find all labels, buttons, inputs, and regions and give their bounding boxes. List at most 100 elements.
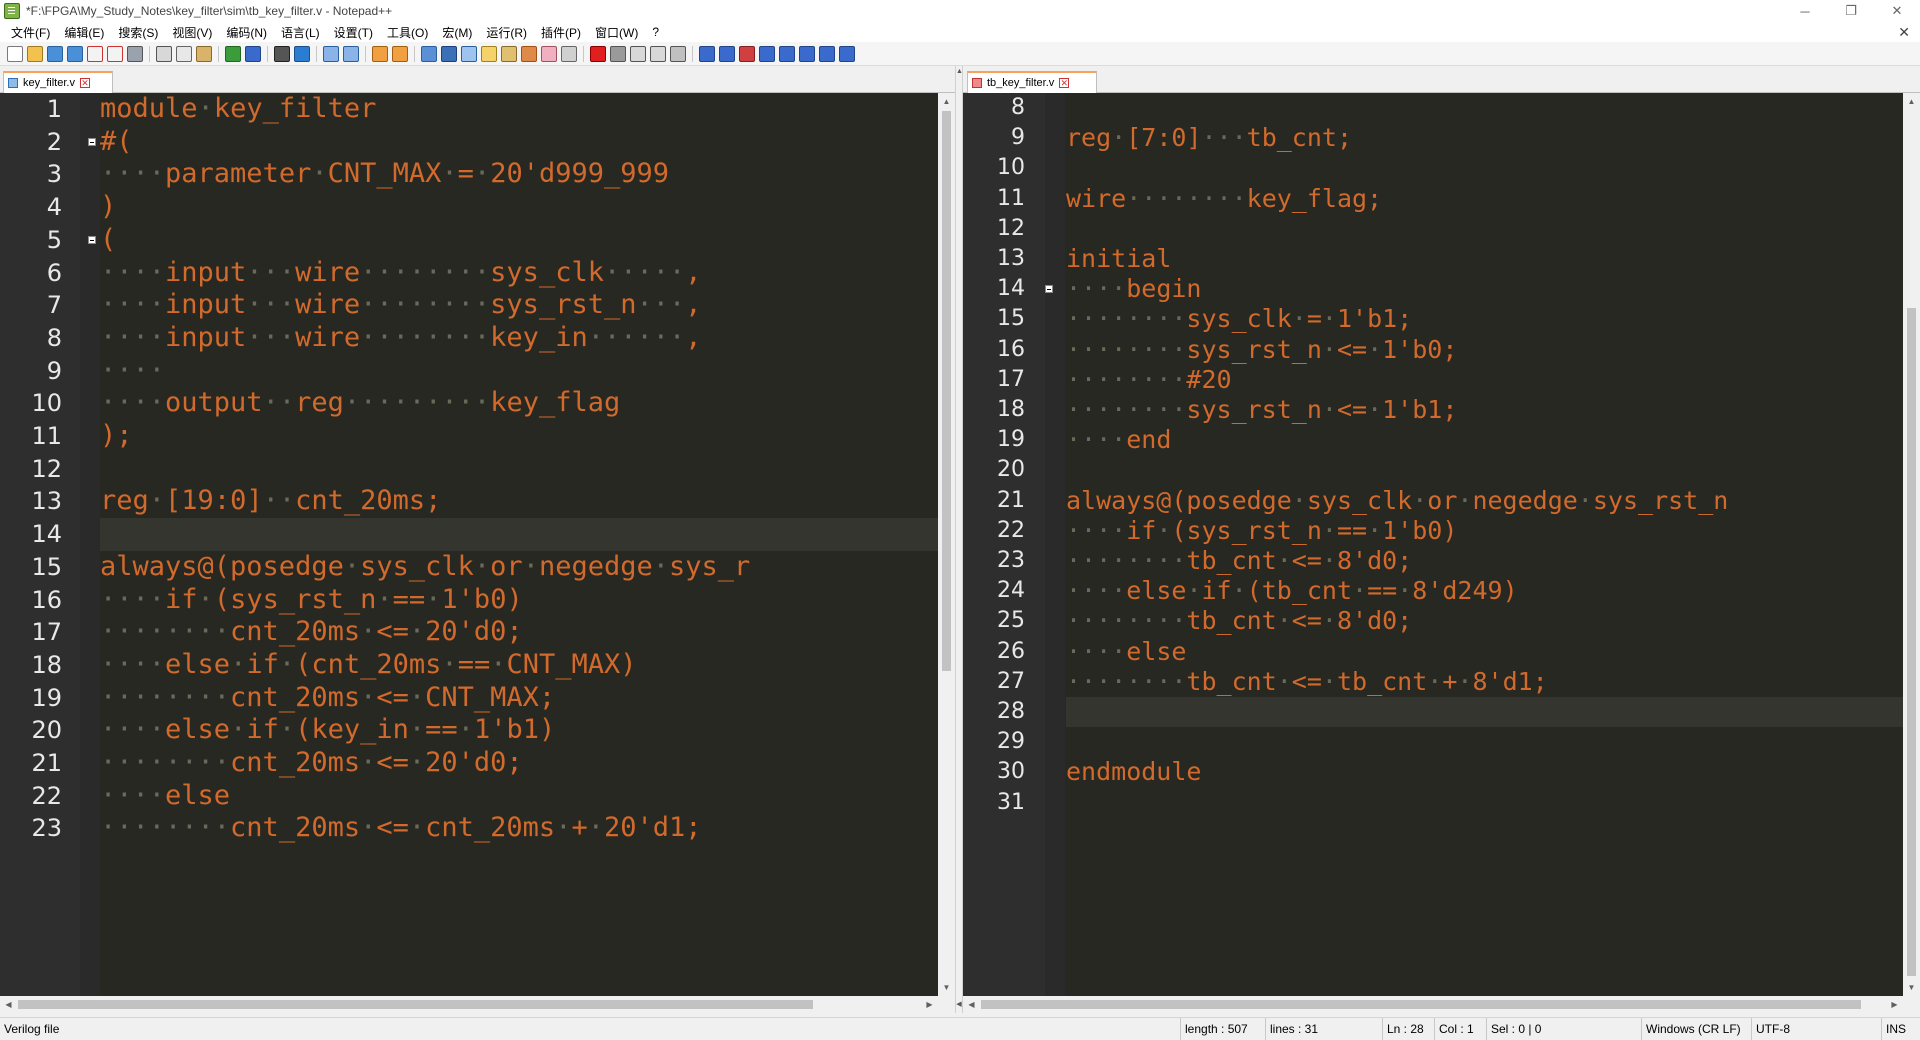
line-number[interactable]: 8 [0,322,62,355]
show-all-chars-icon[interactable] [441,45,457,62]
code-line[interactable]: ········tb_cnt·<=·8'd0; [1066,546,1412,576]
code-line[interactable]: always@(posedge·sys_clk·or·negedge·sys_r [100,551,750,584]
left-horizontal-scrollbar[interactable]: ◀ ▶ [0,996,955,1013]
line-number[interactable]: 26 [963,637,1025,667]
code-line[interactable]: endmodule [1066,757,1201,787]
right-vertical-scrollbar[interactable]: ▲ ▼ [1903,93,1920,996]
cut-icon[interactable] [156,45,172,62]
line-number[interactable]: 24 [963,576,1025,606]
line-number[interactable]: 3 [0,158,62,191]
line-number[interactable]: 18 [963,395,1025,425]
scroll-up-icon[interactable]: ▲ [938,93,955,110]
code-line[interactable]: ····else·if·(key_in·==·1'b1) [100,714,555,747]
code-line[interactable]: #( [100,126,133,159]
code-line[interactable]: ········sys_clk·=·1'b1; [1066,304,1412,334]
tab-close-icon[interactable]: ✕ [79,78,90,88]
eol-format[interactable]: Windows (CR LF) [1641,1018,1751,1040]
code-line[interactable]: reg·[19:0]··cnt_20ms; [100,485,441,518]
print-icon[interactable] [127,45,143,62]
line-number[interactable]: 13 [963,244,1025,274]
close-document-icon[interactable]: ✕ [1898,22,1910,42]
close-window-button[interactable]: ✕ [1874,0,1920,22]
code-line[interactable]: ········cnt_20ms·<=·cnt_20ms·+·20'd1; [100,812,702,845]
undo-icon[interactable] [225,45,241,62]
line-number[interactable]: 22 [0,780,62,813]
fold-toggle-icon[interactable] [88,236,96,245]
play-macro-icon[interactable] [630,45,646,62]
folder-workspace-icon[interactable] [541,45,557,62]
word-wrap-icon[interactable] [421,45,437,62]
line-number[interactable]: 19 [0,682,62,715]
scroll-down-icon[interactable]: ▼ [938,979,955,996]
encoding[interactable]: UTF-8 [1751,1018,1881,1040]
open-file-icon[interactable] [27,45,43,62]
run-macro-multiple-icon[interactable] [650,45,666,62]
line-number[interactable]: 22 [963,516,1025,546]
menu-item[interactable]: 窗口(W) [588,24,645,41]
code-line[interactable]: module·key_filter [100,93,376,126]
line-number[interactable]: 10 [963,153,1025,183]
line-number[interactable]: 31 [963,788,1025,818]
line-number[interactable]: 15 [0,551,62,584]
menu-item[interactable]: 编码(N) [219,24,274,41]
scroll-up-icon[interactable]: ▲ [1903,93,1920,110]
line-number[interactable]: 20 [963,455,1025,485]
line-number[interactable]: 6 [0,257,62,290]
line-number[interactable]: 23 [963,546,1025,576]
close-file-icon[interactable] [87,45,103,62]
code-line[interactable]: ( [100,224,116,257]
line-number[interactable]: 17 [0,616,62,649]
scroll-right-icon[interactable]: ▶ [1886,996,1903,1013]
line-number[interactable]: 19 [963,425,1025,455]
compare-clear-icon[interactable] [739,45,755,62]
line-number[interactable]: 4 [0,191,62,224]
line-number[interactable]: 1 [0,93,62,126]
menu-item[interactable]: 运行(R) [479,24,534,41]
sync-horizontal-icon[interactable] [392,45,408,62]
redo-icon[interactable] [245,45,261,62]
view-splitter[interactable]: ▲ ◀ [955,66,963,1013]
tab-close-icon[interactable]: ✕ [1059,78,1070,88]
code-line[interactable]: ); [100,420,133,453]
fold-toggle-icon[interactable] [1045,285,1053,294]
right-editor[interactable]: 8 9 reg·[7:0]···tb_cnt; 10 11 wire········key… [963,93,1903,996]
split-arrow-up-icon[interactable]: ▲ [956,68,963,75]
sync-vertical-icon[interactable] [372,45,388,62]
compare-icon[interactable] [699,45,715,62]
code-line[interactable]: wire········key_flag; [1066,184,1382,214]
code-line[interactable]: ········cnt_20ms·<=·20'd0; [100,747,523,780]
line-number[interactable]: 23 [0,812,62,845]
right-horizontal-scrollbar[interactable]: ◀ ▶ [963,996,1920,1013]
left-editor[interactable]: 1 module·key_filter 2 #(3 ····parameter·CNT_… [0,93,938,996]
line-number[interactable]: 7 [0,289,62,322]
line-number[interactable]: 29 [963,727,1025,757]
scroll-left-icon[interactable]: ◀ [0,996,17,1013]
code-line[interactable]: always@(posedge·sys_clk·or·negedge·sys_r… [1066,486,1728,516]
line-number[interactable]: 9 [0,355,62,388]
menu-item[interactable]: ? [645,25,666,39]
user-lang-icon[interactable] [481,45,497,62]
navigation-bar-icon[interactable] [839,45,855,62]
menu-item[interactable]: 设置(T) [327,24,380,41]
line-number[interactable]: 27 [963,667,1025,697]
code-line[interactable]: ····input···wire········key_in······, [100,322,702,355]
line-number[interactable]: 28 [963,697,1025,727]
close-all-icon[interactable] [107,45,123,62]
menu-item[interactable]: 语言(L) [274,24,327,41]
fold-toggle-icon[interactable] [88,138,96,147]
line-number[interactable]: 12 [0,453,62,486]
code-line[interactable]: ····else·if·(cnt_20ms·==·CNT_MAX) [100,649,637,682]
line-number[interactable]: 11 [963,184,1025,214]
copy-icon[interactable] [176,45,192,62]
record-macro-icon[interactable] [590,45,606,62]
code-line[interactable]: ····input···wire········sys_rst_n···, [100,289,702,322]
code-line[interactable]: ········sys_rst_n·<=·1'b0; [1066,335,1457,365]
line-number[interactable]: 5 [0,224,62,257]
stop-macro-icon[interactable] [610,45,626,62]
compare-panel-icon[interactable] [719,45,735,62]
code-line[interactable]: ····else [1066,637,1186,667]
save-macro-icon[interactable] [670,45,686,62]
menu-item[interactable]: 插件(P) [534,24,588,41]
line-number[interactable]: 18 [0,649,62,682]
menu-item[interactable]: 宏(M) [435,24,479,41]
